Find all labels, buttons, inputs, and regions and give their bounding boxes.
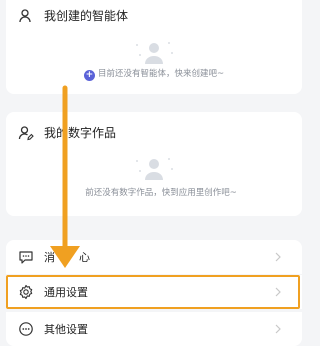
my-agents-empty[interactable]: + 目前还没有智能体，快来创建吧~ [6,67,302,81]
menu-item-general-settings-label: 通用设置 [44,286,88,299]
chevron-right-icon [274,287,282,297]
my-agents-empty-text: 目前还没有智能体，快来创建吧~ [97,69,225,79]
settings-page: 我创建的智能体 + 目前还没有智能体，快来创建吧~ 我的数字作品 前还没有数字作… [0,0,308,346]
empty-placeholder-icon [132,38,176,66]
my-agents-header[interactable]: 我创建的智能体 [18,7,128,24]
message-icon [18,249,34,265]
chevron-right-icon [274,252,282,262]
menu-item-messages-label: 消 [44,251,55,264]
plus-circle-icon[interactable]: + [83,70,95,81]
menu-item-messages-label-tail: 心 [79,251,90,264]
more-circle-icon [18,321,34,337]
gear-icon [18,284,34,300]
my-agents-title: 我创建的智能体 [44,9,129,23]
chevron-right-icon [274,324,282,334]
empty-placeholder-icon [132,154,176,182]
my-works-title: 我的数字作品 [44,126,117,140]
person-edit-icon [18,125,34,141]
my-works-header[interactable]: 我的数字作品 [18,124,116,141]
menu-item-other-settings[interactable]: 其他设置 [6,312,302,346]
menu-item-messages[interactable]: 消 心 [6,240,302,274]
menu-item-other-settings-label: 其他设置 [44,323,88,336]
my-works-card: 我的数字作品 前还没有数字作品，快到应用里创作吧~ [6,112,302,216]
my-agents-card: 我创建的智能体 + 目前还没有智能体，快来创建吧~ [6,0,302,94]
my-works-empty-text: 前还没有数字作品，快到应用里创作吧~ [85,188,237,198]
person-icon [18,8,34,24]
menu-item-general-settings[interactable]: 通用设置 [6,275,302,309]
